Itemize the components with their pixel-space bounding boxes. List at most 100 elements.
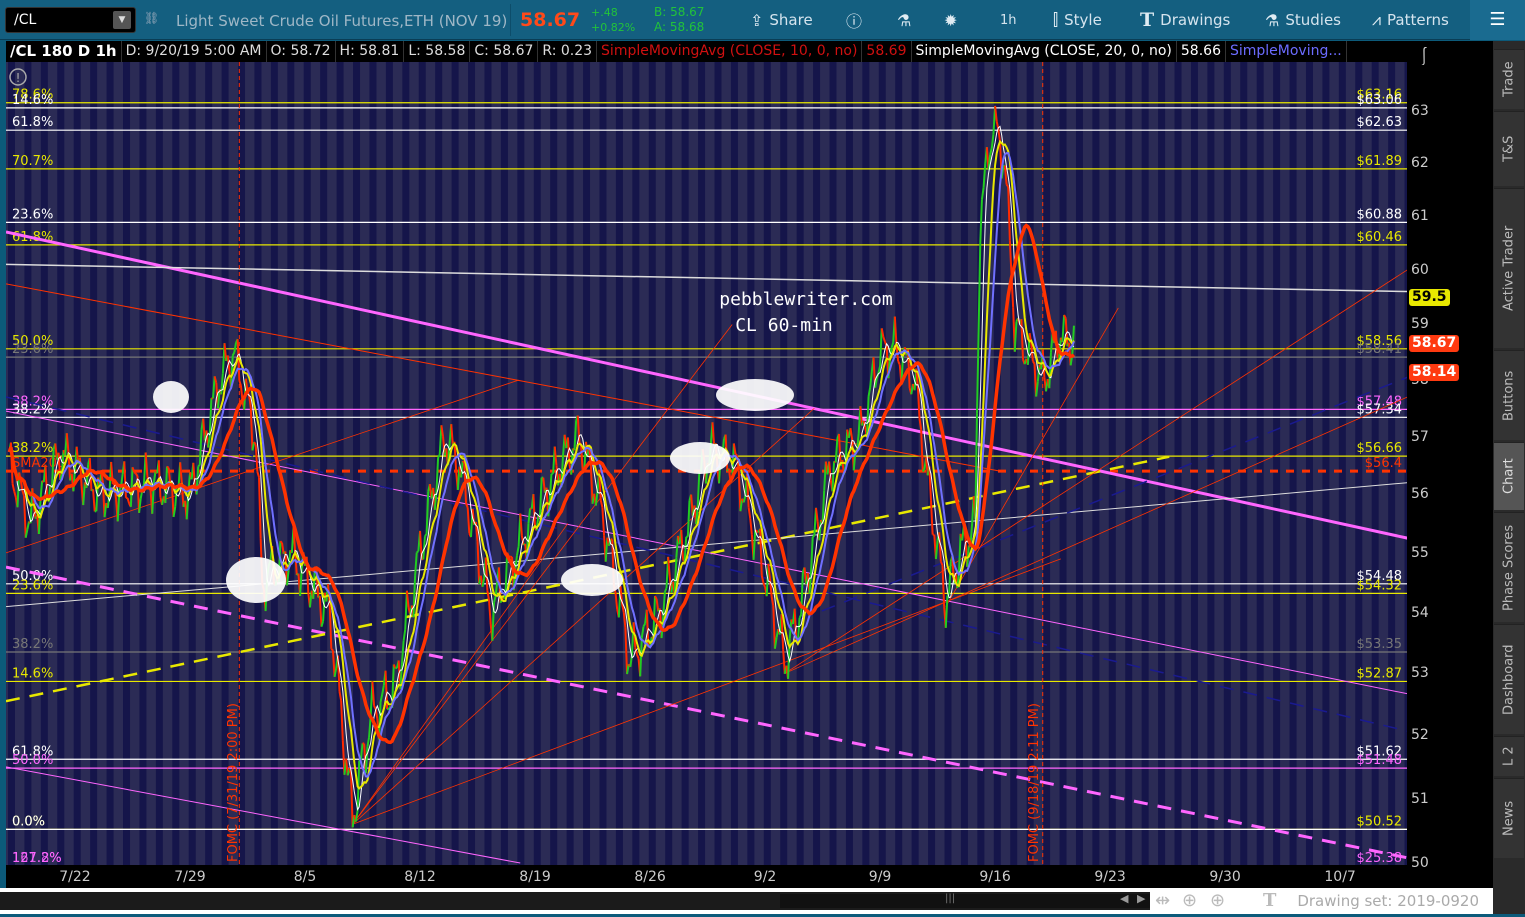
alert-icon-glyph: ! xyxy=(16,71,21,85)
drawings-button[interactable]: T Drawings xyxy=(1140,0,1230,40)
price-bar xyxy=(1005,183,1010,188)
session-stripe xyxy=(303,62,311,865)
session-stripe xyxy=(928,62,936,865)
bid-ask-block: B: 58.67 A: 58.68 xyxy=(654,5,704,35)
price-badge: 58.67 xyxy=(1409,334,1460,352)
watermark-chart-name: CL 60-min xyxy=(735,315,833,336)
price-tick: 53 xyxy=(1411,665,1429,682)
session-stripe xyxy=(385,62,393,865)
price-badge: 59.5 xyxy=(1409,288,1450,306)
studies-label: Studies xyxy=(1285,11,1341,29)
date-tick: 9/9 xyxy=(868,869,892,885)
info-button[interactable]: ⓘ xyxy=(846,0,862,40)
price-bar xyxy=(166,465,170,469)
price-axis[interactable]: ⎰ 636261605958575655545352515059.558.675… xyxy=(1407,41,1493,888)
highlight-oval xyxy=(226,557,286,603)
link-icon[interactable]: ⛓ xyxy=(144,11,159,25)
flask-button[interactable]: ⚗ xyxy=(897,0,911,40)
divider xyxy=(510,4,511,36)
grip-icon: ||| xyxy=(945,893,956,904)
level-price-label: $60.46 xyxy=(1357,230,1403,245)
sma10-label[interactable]: SimpleMovingAvg (CLOSE, 10, 0, no) xyxy=(597,41,863,62)
last-price: 58.67 xyxy=(520,9,581,31)
gear-icon: ✹ xyxy=(944,10,958,30)
sidebar-tab-news[interactable]: News xyxy=(1494,778,1524,858)
interval-button[interactable]: 1h xyxy=(1000,0,1017,40)
price-bar xyxy=(330,648,334,652)
patterns-icon: ⩘ xyxy=(1372,10,1382,29)
price-bar xyxy=(812,534,816,538)
session-stripe xyxy=(1125,62,1133,865)
level-price-label: $58.41 xyxy=(1357,342,1403,357)
scroll-right-icon[interactable]: ▶ xyxy=(1137,892,1145,905)
level-pct-label: 23.6% xyxy=(12,342,53,357)
price-tick: 57 xyxy=(1411,428,1429,445)
sidebar-tab-trade[interactable]: Trade xyxy=(1494,49,1524,109)
session-stripe xyxy=(1207,62,1215,865)
session-stripe xyxy=(1158,62,1166,865)
sidebar-tab-dashboard[interactable]: Dashboard xyxy=(1494,624,1524,734)
percent-change: +0.82% xyxy=(591,21,636,34)
price-bar xyxy=(279,540,283,544)
style-button[interactable]: ⫿ Style xyxy=(1053,0,1102,40)
horizontal-scrollbar[interactable]: ||| ◀ ▶ xyxy=(0,892,1150,910)
zoom-icon[interactable]: ⊕ xyxy=(1210,890,1225,911)
interval-label: 1h xyxy=(1000,12,1017,28)
time-axis[interactable]: 7/22 7/29 8/5 8/12 8/19 8/26 9/2 9/9 9/16 9/23 9/3… xyxy=(6,865,1407,888)
sidebar-tab-l-2[interactable]: L 2 xyxy=(1494,736,1524,776)
chevron-down-icon[interactable]: ▼ xyxy=(113,11,131,29)
highlight-oval xyxy=(561,564,623,596)
price-tick: 60 xyxy=(1411,261,1429,278)
sidebar-tab-chart[interactable]: Chart xyxy=(1494,442,1524,510)
share-button[interactable]: ⇪ Share xyxy=(750,0,813,40)
session-stripe xyxy=(254,62,262,865)
level-pct-label: 38.2% xyxy=(12,637,53,652)
level-pct-label: 14.6% xyxy=(12,93,53,108)
bar-date: D: 9/20/19 5:00 AM xyxy=(122,41,267,62)
scroll-left-icon[interactable]: ◀ xyxy=(1120,892,1128,905)
drawing-set-selector[interactable]: Drawing set: 2019-0920 xyxy=(1297,892,1479,910)
price-chart[interactable]: 78.6% $63.1614.6% $63.0661.8% $62.6370.7% $6… xyxy=(6,62,1407,865)
sidebar-tab-active-trader[interactable]: Active Trader xyxy=(1494,188,1524,348)
level-price-label: $50.52 xyxy=(1357,814,1403,829)
net-change: +.48 xyxy=(591,6,618,19)
session-stripe xyxy=(796,62,804,865)
session-stripe xyxy=(878,62,886,865)
sidebar-tab-t-s[interactable]: T&S xyxy=(1494,111,1524,186)
expand-icon[interactable]: ⇹ xyxy=(1155,890,1170,911)
level-price-label: $63.06 xyxy=(1357,93,1403,108)
session-stripe xyxy=(468,62,476,865)
sidebar-tab-buttons[interactable]: Buttons xyxy=(1494,350,1524,440)
price-tick: 59 xyxy=(1411,316,1429,333)
style-label: Style xyxy=(1064,11,1102,29)
session-stripe xyxy=(1338,62,1346,865)
scroll-thumb[interactable] xyxy=(780,894,1150,908)
studies-button[interactable]: ⚗ Studies xyxy=(1265,0,1341,40)
sma20-label[interactable]: SimpleMovingAvg (CLOSE, 20, 0, no) xyxy=(912,41,1177,62)
date-tick: 10/7 xyxy=(1324,869,1356,885)
price-bar xyxy=(921,468,926,473)
price-bar xyxy=(424,533,428,537)
price-badge: 58.14 xyxy=(1409,364,1460,382)
session-stripe xyxy=(813,62,821,865)
date-tick: 7/22 xyxy=(59,869,91,885)
right-sidebar: Trade T&S Active Trader Buttons Chart Phase S… xyxy=(1493,41,1525,914)
session-stripe xyxy=(1043,62,1051,865)
bar-close: C: 58.67 xyxy=(470,41,539,62)
share-icon: ⇪ xyxy=(750,10,764,30)
sma20-value: 58.66 xyxy=(1177,41,1226,62)
sidebar-tab-phase-scores[interactable]: Phase Scores xyxy=(1494,512,1524,622)
symbol-selector[interactable]: /CL ▼ xyxy=(5,7,136,33)
session-stripe xyxy=(484,62,492,865)
level-pct-label: 23.6% xyxy=(12,578,53,593)
patterns-button[interactable]: ⩘ Patterns xyxy=(1372,0,1449,40)
sma3-label[interactable]: SimpleMoving... xyxy=(1226,41,1347,62)
bar-range: R: 0.23 xyxy=(538,41,598,62)
scale-icon[interactable]: ⎰ xyxy=(1415,43,1433,69)
crosshair-icon[interactable]: ⊕ xyxy=(1182,890,1197,911)
menu-button[interactable]: ☰ xyxy=(1470,0,1525,40)
highlight-oval xyxy=(153,381,189,413)
price-tick: 62 xyxy=(1411,155,1429,172)
settings-button[interactable]: ✹ xyxy=(944,0,957,40)
text-tool-icon[interactable]: T xyxy=(1263,890,1276,911)
